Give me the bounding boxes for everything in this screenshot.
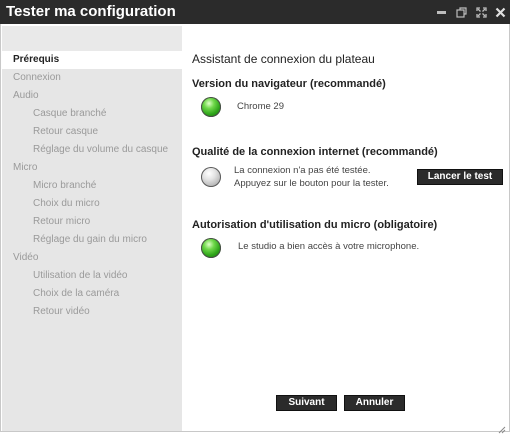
micro-section-title: Autorisation d'utilisation du micro (obl…	[192, 219, 438, 231]
connection-status-message-line1: La connexion n'a pas été testée.	[234, 165, 371, 176]
window-title: Tester ma configuration	[6, 3, 176, 20]
sidebar-item-choix-micro[interactable]: Choix du micro	[2, 195, 182, 213]
connection-status-message-line2: Appuyez sur le bouton pour la tester.	[234, 178, 389, 189]
sidebar: Prérequis Connexion Audio Casque branché…	[2, 26, 182, 431]
micro-status-message: Le studio a bien accès à votre microphon…	[238, 241, 420, 252]
connection-section-title: Qualité de la connexion internet (recomm…	[192, 146, 438, 158]
sidebar-item-volume-casque[interactable]: Réglage du volume du casque	[2, 141, 182, 159]
resize-grip-icon[interactable]	[498, 421, 506, 434]
cancel-button[interactable]: Annuler	[344, 395, 405, 411]
minimize-icon[interactable]	[433, 4, 449, 20]
sidebar-item-choix-camera[interactable]: Choix de la caméra	[2, 285, 182, 303]
sidebar-item-prerequis[interactable]: Prérequis	[2, 51, 182, 69]
sidebar-item-connexion[interactable]: Connexion	[2, 69, 182, 87]
browser-status-message: Chrome 29	[237, 101, 284, 112]
browser-status-indicator	[201, 97, 221, 117]
sidebar-item-audio[interactable]: Audio	[2, 87, 182, 105]
sidebar-item-casque-branche[interactable]: Casque branché	[2, 105, 182, 123]
next-button[interactable]: Suivant	[276, 395, 337, 411]
sidebar-item-video[interactable]: Vidéo	[2, 249, 182, 267]
sidebar-header	[2, 26, 182, 51]
sidebar-item-micro[interactable]: Micro	[2, 159, 182, 177]
sidebar-item-utilisation-video[interactable]: Utilisation de la vidéo	[2, 267, 182, 285]
restore-icon[interactable]	[453, 4, 469, 20]
sidebar-item-retour-casque[interactable]: Retour casque	[2, 123, 182, 141]
title-bar: Tester ma configuration	[0, 0, 510, 24]
browser-section-title: Version du navigateur (recommandé)	[192, 78, 386, 90]
sidebar-nav: Prérequis Connexion Audio Casque branché…	[2, 51, 182, 321]
sidebar-item-retour-video[interactable]: Retour vidéo	[2, 303, 182, 321]
run-test-button[interactable]: Lancer le test	[417, 169, 503, 185]
micro-status-indicator	[201, 238, 221, 258]
maximize-icon[interactable]	[473, 4, 489, 20]
connection-status-indicator	[201, 167, 221, 187]
sidebar-item-gain-micro[interactable]: Réglage du gain du micro	[2, 231, 182, 249]
page-title: Assistant de connexion du plateau	[192, 52, 375, 66]
close-icon[interactable]	[492, 4, 508, 20]
sidebar-item-micro-branche[interactable]: Micro branché	[2, 177, 182, 195]
sidebar-item-retour-micro[interactable]: Retour micro	[2, 213, 182, 231]
